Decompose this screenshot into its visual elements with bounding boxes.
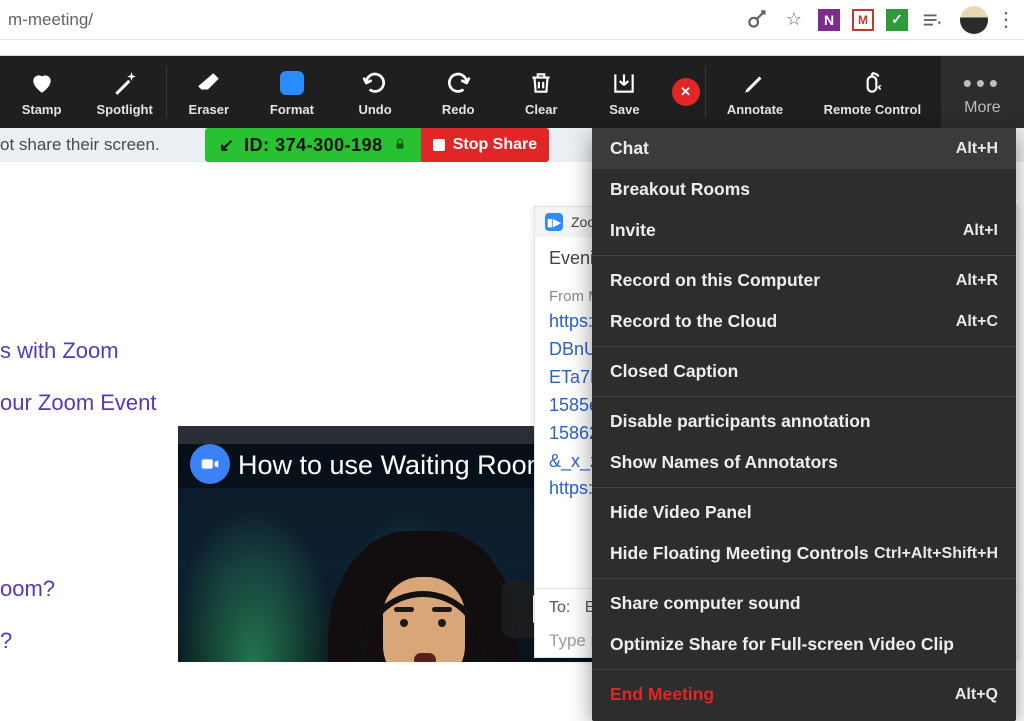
meeting-id-bar: ↙ ID: 374-300-198 Stop Share	[205, 128, 549, 162]
more-menu: Chat Alt+H Breakout Rooms Invite Alt+I Record…	[592, 128, 1016, 721]
menu-item-shortcut: Alt+R	[956, 272, 998, 290]
chat-to-label: To:	[549, 599, 570, 616]
meeting-id-text: ID: 374-300-198	[244, 135, 383, 156]
menu-item-invite[interactable]: Invite Alt+I	[592, 210, 1016, 251]
profile-avatar[interactable]	[960, 6, 988, 34]
menu-item-label: Share computer sound	[610, 593, 801, 614]
annotate-button[interactable]: Annotate	[706, 56, 804, 128]
spotlight-button[interactable]: Spotlight	[83, 56, 166, 128]
menu-item-show-names-of-annotators[interactable]: Show Names of Annotators	[592, 442, 1016, 483]
broadcast-icon: ↙	[219, 135, 234, 156]
menu-item-shortcut: Alt+I	[963, 222, 998, 240]
menu-item-label: Disable participants annotation	[610, 411, 871, 432]
save-button[interactable]: Save	[583, 56, 666, 128]
ext-check-icon[interactable]: ✓	[886, 9, 908, 31]
remote-control-button[interactable]: Remote Control	[804, 56, 941, 128]
format-icon	[280, 68, 304, 98]
menu-item-label: Closed Caption	[610, 361, 738, 382]
lock-icon	[393, 135, 407, 156]
video-title: How to use Waiting Room	[238, 450, 549, 481]
stop-icon	[433, 139, 445, 151]
menu-item-record-to-the-cloud[interactable]: Record to the Cloud Alt+C	[592, 301, 1016, 342]
menu-item-end-meeting[interactable]: End Meeting Alt+Q	[592, 674, 1016, 715]
undo-icon	[362, 68, 388, 98]
menu-item-label: Chat	[610, 138, 649, 159]
eraser-icon	[196, 68, 222, 98]
menu-item-shortcut: Alt+Q	[955, 686, 998, 704]
menu-item-label: Hide Video Panel	[610, 502, 752, 523]
menu-item-shortcut: Alt+C	[956, 313, 998, 331]
trash-icon	[528, 68, 554, 98]
media-control-icon[interactable]	[918, 6, 946, 34]
stamp-button[interactable]: Stamp	[0, 56, 83, 128]
menu-item-label: Record to the Cloud	[610, 311, 777, 332]
menu-item-label: Breakout Rooms	[610, 179, 750, 200]
stop-share-button[interactable]: Stop Share	[421, 128, 549, 162]
menu-item-shortcut: Ctrl+Alt+Shift+H	[874, 545, 998, 563]
zoom-badge-icon	[190, 444, 230, 484]
menu-item-breakout-rooms[interactable]: Breakout Rooms	[592, 169, 1016, 210]
url-fragment: m-meeting/	[8, 10, 93, 30]
more-button[interactable]: ••• More	[941, 56, 1024, 128]
menu-item-label: Show Names of Annotators	[610, 452, 838, 473]
wand-icon	[112, 68, 138, 98]
menu-item-hide-video-panel[interactable]: Hide Video Panel	[592, 492, 1016, 533]
menu-item-record-on-this-computer[interactable]: Record on this Computer Alt+R	[592, 260, 1016, 301]
menu-item-label: Invite	[610, 220, 656, 241]
menu-item-share-computer-sound[interactable]: Share computer sound	[592, 583, 1016, 624]
meeting-id-pill: ↙ ID: 374-300-198	[205, 128, 421, 162]
undo-button[interactable]: Undo	[333, 56, 416, 128]
browser-address-bar: m-meeting/ ☆ N M ✓ ⋮	[0, 0, 1024, 40]
menu-item-disable-participants-annotation[interactable]: Disable participants annotation	[592, 401, 1016, 442]
redo-icon	[445, 68, 471, 98]
redo-button[interactable]: Redo	[417, 56, 500, 128]
menu-item-closed-caption[interactable]: Closed Caption	[592, 351, 1016, 392]
menu-item-hide-floating-meeting-controls[interactable]: Hide Floating Meeting Controls Ctrl+Alt+S…	[592, 533, 1016, 574]
menu-item-label: Hide Floating Meeting Controls	[610, 543, 869, 564]
format-button[interactable]: Format	[250, 56, 333, 128]
eraser-button[interactable]: Eraser	[167, 56, 250, 128]
ext-onenote-icon[interactable]: N	[818, 9, 840, 31]
clear-button[interactable]: Clear	[500, 56, 583, 128]
menu-item-label: End Meeting	[610, 684, 714, 705]
menu-item-chat[interactable]: Chat Alt+H	[592, 128, 1016, 169]
annotation-toolbar: Stamp Spotlight Eraser Format Undo Redo …	[0, 56, 1024, 128]
key-icon[interactable]	[744, 6, 772, 34]
bookmark-star-icon[interactable]: ☆	[780, 6, 808, 34]
menu-item-label: Record on this Computer	[610, 270, 820, 291]
mouse-icon	[859, 68, 885, 98]
menu-item-optimize-share-for-full-screen-video-clip[interactable]: Optimize Share for Full-screen Video Cli…	[592, 624, 1016, 665]
download-icon	[611, 68, 637, 98]
heart-icon	[29, 68, 55, 98]
pencil-icon	[742, 68, 768, 98]
presenter-image	[328, 531, 518, 662]
zoom-app-icon: ▮▶	[545, 213, 563, 231]
close-icon: ✕	[672, 78, 700, 106]
more-dots-icon: •••	[963, 68, 1002, 99]
close-toolbar-button[interactable]: ✕	[666, 56, 705, 128]
ext-mcafee-icon[interactable]: M	[852, 9, 874, 31]
menu-item-label: Optimize Share for Full-screen Video Cli…	[610, 634, 954, 655]
browser-menu-icon[interactable]: ⋮	[996, 7, 1016, 32]
menu-item-shortcut: Alt+H	[956, 140, 998, 158]
